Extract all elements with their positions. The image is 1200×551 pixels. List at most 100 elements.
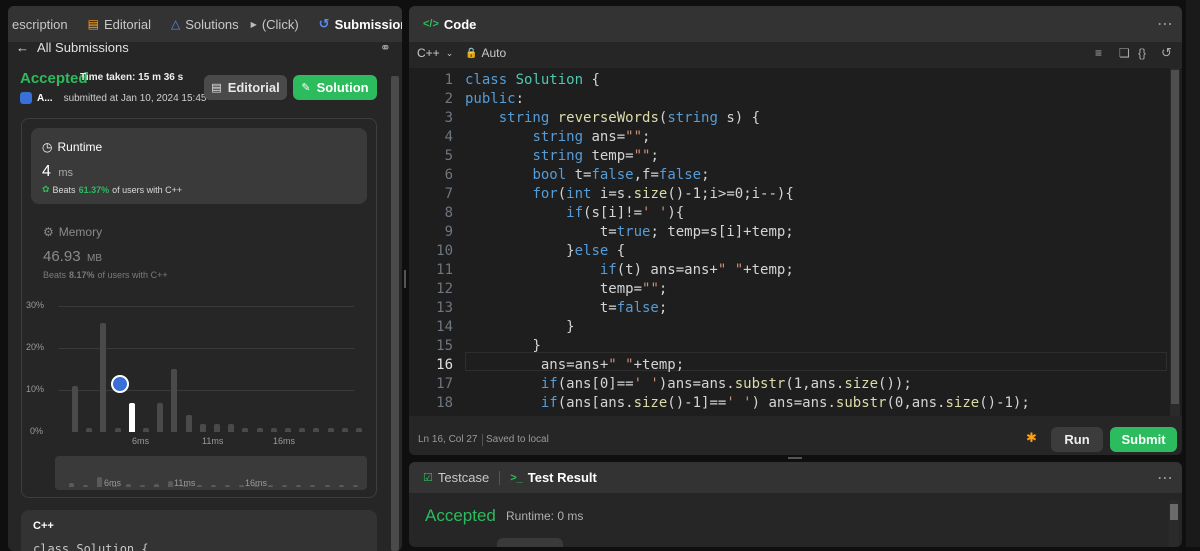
tab-editorial[interactable]: ▤ Editorial xyxy=(82,17,157,32)
chart-bar[interactable] xyxy=(72,385,78,432)
tab-code[interactable]: </> Code xyxy=(417,17,482,32)
chart-bar[interactable] xyxy=(327,427,334,432)
more-icon[interactable]: ⋯ xyxy=(1157,468,1174,488)
edit-icon: ✎ xyxy=(301,82,311,94)
flask-icon: △ xyxy=(170,17,181,31)
code-line: if(s[i]!=' '){ xyxy=(566,205,685,221)
link-icon[interactable]: ⚭ xyxy=(380,40,391,56)
code-line: string temp=""; xyxy=(532,148,659,164)
format-icon[interactable]: ≡ xyxy=(1095,46,1102,60)
runtime-title-row: ◷ Runtime xyxy=(42,140,103,154)
username[interactable]: A... xyxy=(37,93,53,104)
line-number: 13 xyxy=(436,300,453,316)
chart-bar[interactable] xyxy=(214,423,220,432)
result-panel: ☑ Testcase >_ Test Result ⋯ Accepted Run… xyxy=(409,462,1182,547)
auto-mode[interactable]: 🔒 Auto xyxy=(465,46,506,60)
user-row: A... submitted at Jan 10, 2024 15:45 xyxy=(20,92,206,104)
line-number: 10 xyxy=(436,243,453,259)
selected-marker[interactable] xyxy=(111,375,129,393)
chart-bar[interactable] xyxy=(185,415,192,432)
line-number: 1 xyxy=(444,72,453,88)
case-tab-active[interactable] xyxy=(497,538,563,547)
mini-chart-bar xyxy=(296,485,302,487)
chart-bar[interactable] xyxy=(242,427,249,432)
line-number: 17 xyxy=(436,376,453,392)
line-number: 5 xyxy=(444,148,453,164)
chart-bar[interactable] xyxy=(356,427,362,432)
bars-layer xyxy=(22,294,378,454)
tab-click[interactable]: ▶ (Click) xyxy=(245,17,305,32)
chart-bar[interactable] xyxy=(341,427,348,432)
runtime-value: 4 xyxy=(42,163,51,180)
chart-bar[interactable] xyxy=(86,427,93,432)
chart-bar[interactable] xyxy=(199,423,206,432)
range-selector[interactable]: 6ms 11ms 16ms xyxy=(55,456,367,490)
back-row[interactable]: ← All Submissions xyxy=(16,40,129,55)
result-runtime: Runtime: 0 ms xyxy=(506,509,584,523)
editorial-button[interactable]: ▤ Editorial xyxy=(204,75,287,100)
horizontal-resize-handle[interactable] xyxy=(788,457,802,459)
result-scrollbar-thumb[interactable] xyxy=(1170,504,1178,520)
mini-chart-bar xyxy=(324,485,330,487)
mini-x-tick-label: 6ms xyxy=(104,478,122,488)
memory-value-row: 46.93 MB xyxy=(43,248,102,266)
braces-icon[interactable]: {} xyxy=(1138,46,1146,60)
editor-scrollbar[interactable] xyxy=(1170,68,1180,416)
mini-x-tick-label: 16ms xyxy=(245,478,268,488)
avatar[interactable] xyxy=(20,92,32,104)
runtime-card[interactable]: ◷ Runtime 4 ms ✿ Beats 61.37% of users w… xyxy=(31,128,367,204)
more-icon[interactable]: ⋯ xyxy=(1157,14,1174,34)
mini-chart-bar xyxy=(97,476,103,487)
chart-bar[interactable] xyxy=(256,427,263,432)
history-icon: ↺ xyxy=(318,16,330,31)
result-scrollbar[interactable] xyxy=(1169,500,1179,547)
chart-bar[interactable] xyxy=(157,402,164,432)
bookmark-icon[interactable]: ❏ xyxy=(1119,46,1130,60)
book-icon: ▤ xyxy=(211,82,222,94)
line-number: 18 xyxy=(436,395,453,411)
vertical-resize-handle[interactable] xyxy=(404,270,406,288)
solution-button[interactable]: ✎ Solution xyxy=(293,75,377,100)
reset-icon[interactable]: ↺ xyxy=(1161,45,1172,61)
submission-status: Accepted xyxy=(20,70,88,87)
language-select[interactable]: C++ ⌄ xyxy=(417,46,453,60)
x-tick-label: 11ms xyxy=(202,436,224,446)
tab-testcase[interactable]: ☑ Testcase xyxy=(417,470,495,485)
editor-scrollbar-thumb[interactable] xyxy=(1171,70,1179,404)
runtime-beats: ✿ Beats 61.37% of users with C++ xyxy=(42,184,183,195)
run-button[interactable]: Run xyxy=(1051,427,1103,452)
chart-bar[interactable] xyxy=(114,427,121,432)
tab-solutions[interactable]: △ Solutions xyxy=(165,17,245,32)
debug-icon[interactable]: ✱ xyxy=(1026,430,1037,446)
code-line: string reverseWords(string s) { xyxy=(498,110,761,126)
result-tabbar: ☑ Testcase >_ Test Result ⋯ xyxy=(409,462,1182,493)
chart-bar[interactable] xyxy=(285,427,291,432)
chart-bar[interactable] xyxy=(270,427,277,432)
editor-statusbar: Ln 16, Col 27 Saved to local ✱ Run Submi… xyxy=(409,416,1182,455)
chart-bar[interactable] xyxy=(143,427,149,432)
tab-description[interactable]: escription xyxy=(8,17,74,32)
chart-bar[interactable] xyxy=(228,423,235,432)
mini-chart-bar xyxy=(310,485,316,487)
code-line: } xyxy=(566,319,575,335)
code-editor[interactable]: 1 2 3 4 5 6 7 8 9 10 11 12 13 14 15 16 17 18 class Soluti… xyxy=(409,68,1167,416)
code-preview-card[interactable]: C++ class Solution { xyxy=(21,510,377,551)
code-panel: </> Code ⋯ C++ ⌄ 🔒 Auto ≡ ❏ {} ↺ 1234567… xyxy=(409,6,1182,455)
left-scrollbar[interactable] xyxy=(391,76,399,551)
terminal-icon: >_ xyxy=(510,471,523,484)
memory-title-row: ⚙ Memory xyxy=(43,225,103,239)
tab-submissions[interactable]: ↺ Submissions xyxy=(313,16,402,32)
chart-bar[interactable] xyxy=(100,322,107,432)
submitted-at: submitted at Jan 10, 2024 15:45 xyxy=(63,92,207,104)
checkbox-icon: ☑ xyxy=(423,472,433,484)
tab-divider xyxy=(499,470,501,485)
chart-bar[interactable] xyxy=(128,402,135,432)
chart-bar[interactable] xyxy=(171,369,178,432)
status-divider xyxy=(482,434,483,446)
submit-button[interactable]: Submit xyxy=(1110,427,1177,452)
chart-bar[interactable] xyxy=(313,427,320,432)
chart-bar[interactable] xyxy=(299,427,306,432)
back-label: All Submissions xyxy=(37,40,129,55)
left-panel: escription ▤ Editorial △ Solutions ▶ (Cl… xyxy=(8,6,402,551)
tab-test-result[interactable]: >_ Test Result xyxy=(504,470,603,485)
